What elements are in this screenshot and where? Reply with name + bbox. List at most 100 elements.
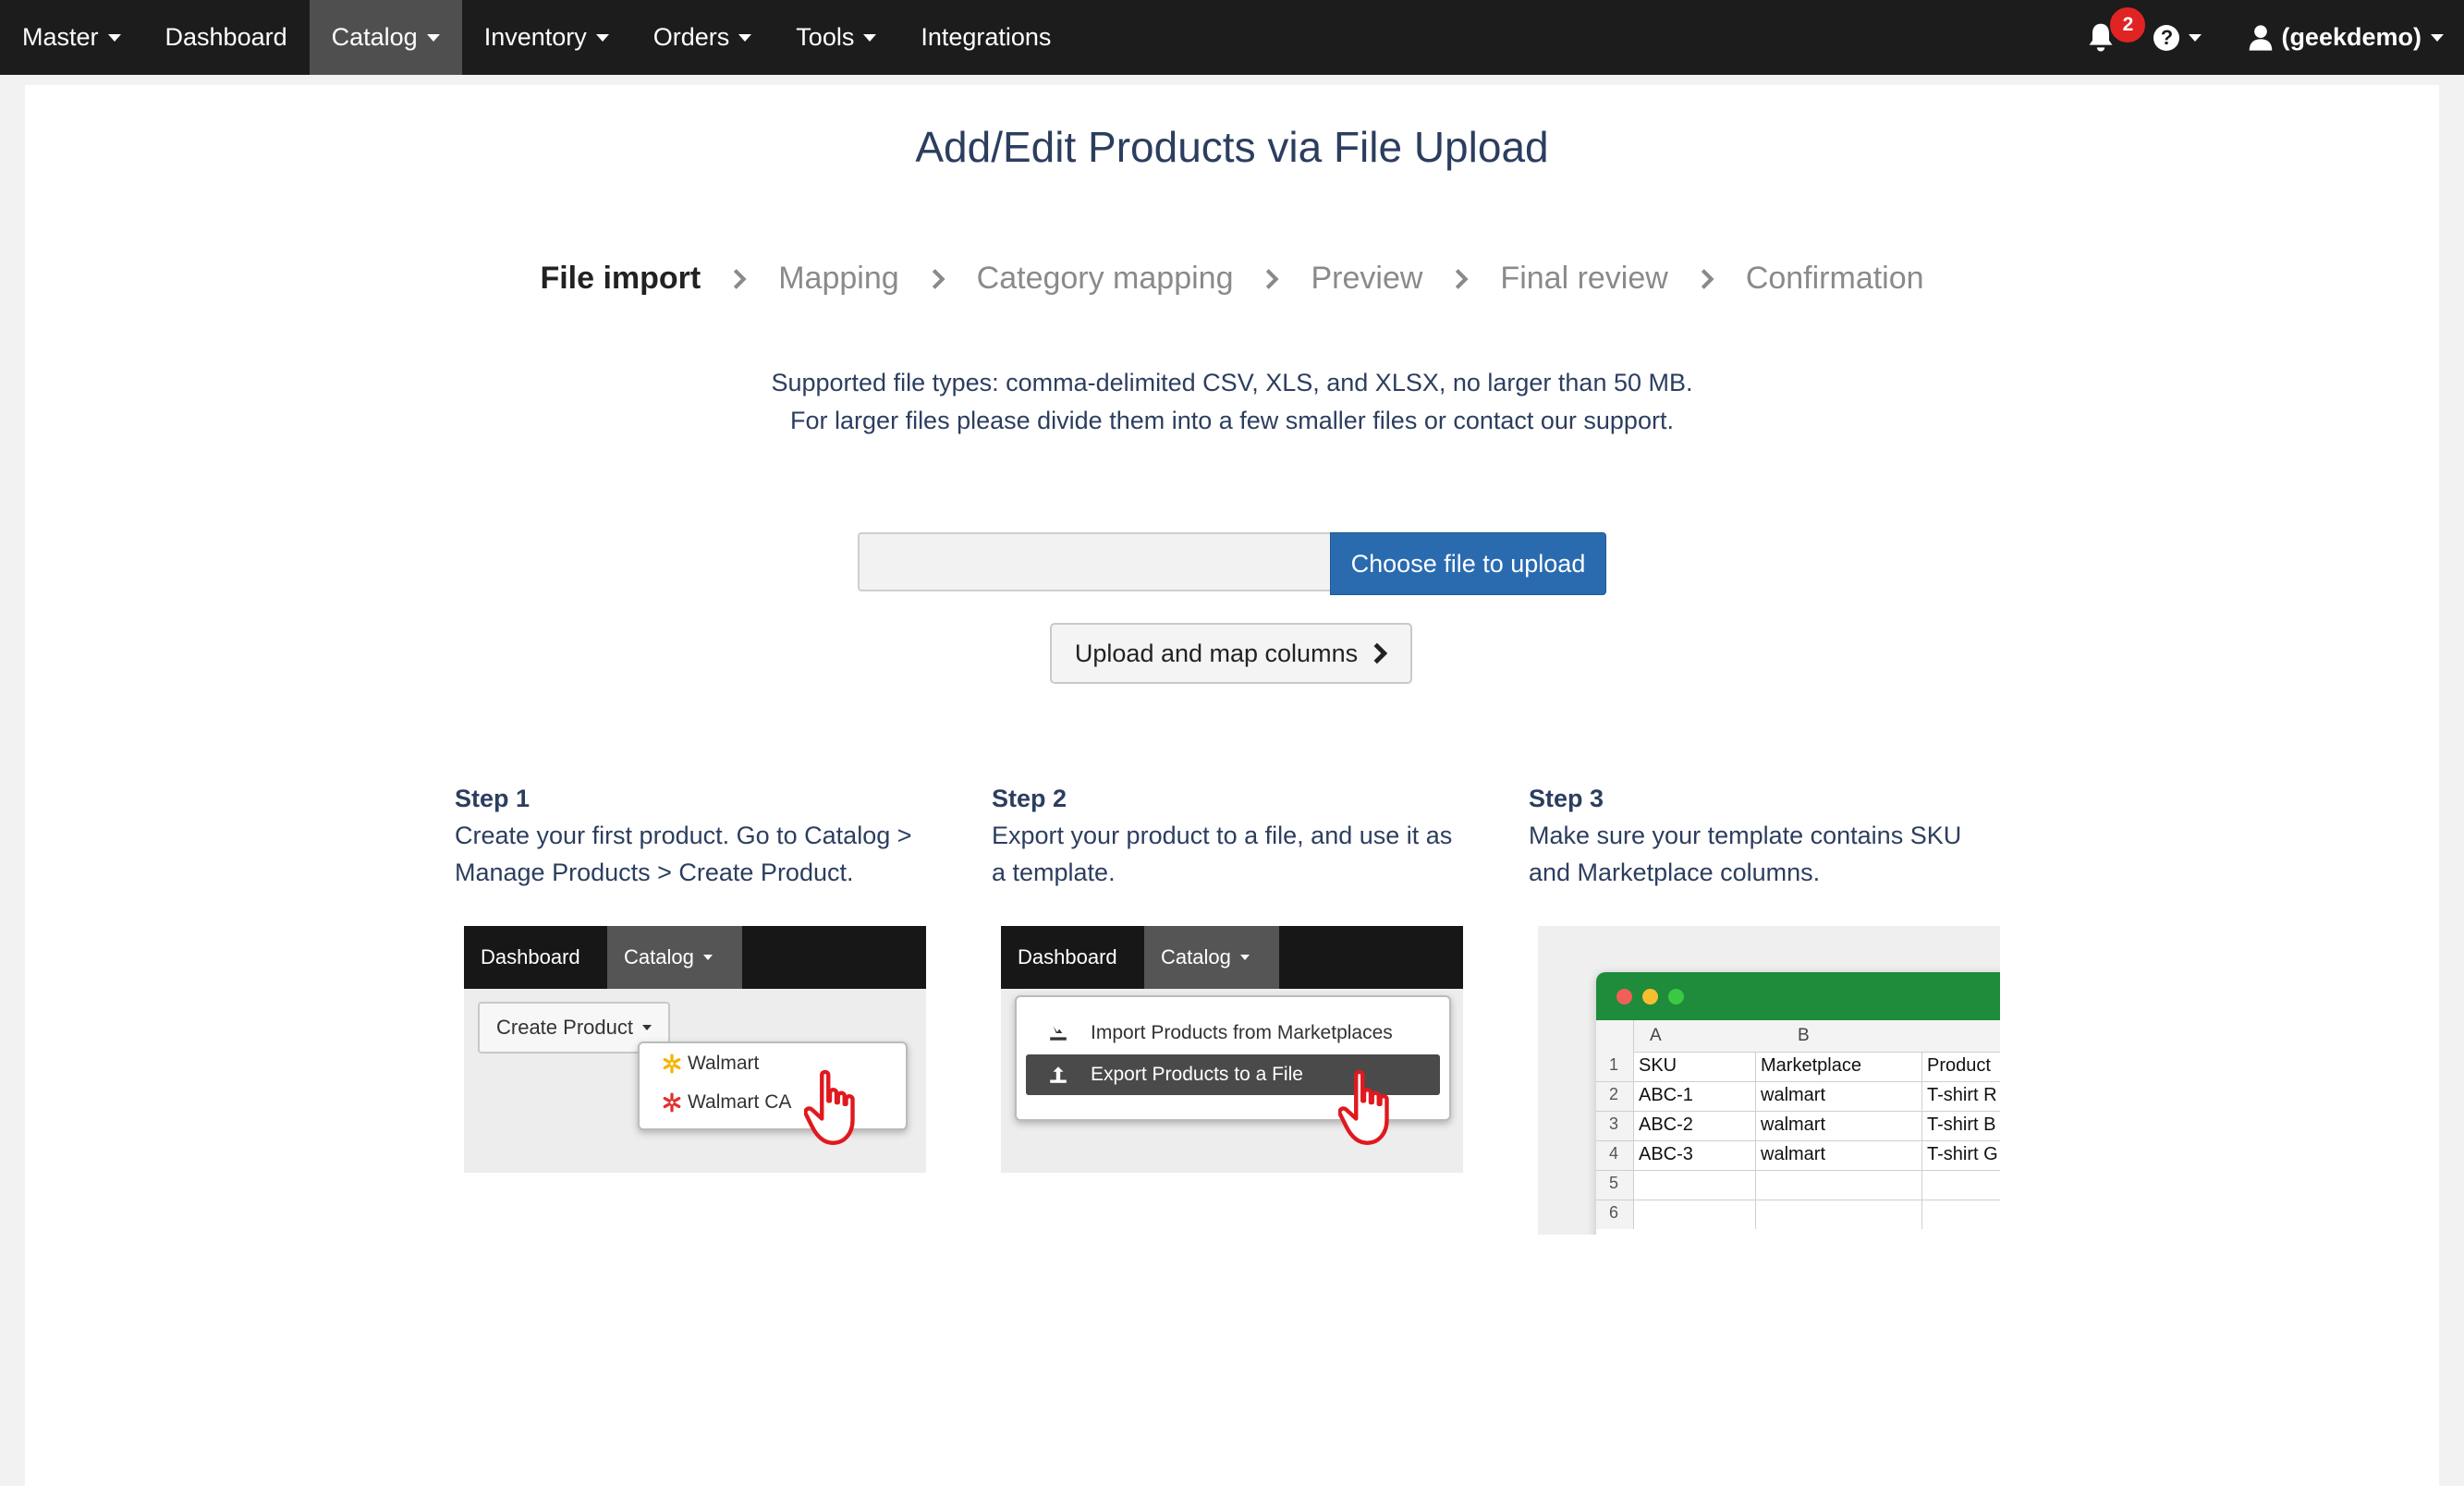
- chevron-down-icon: [2431, 33, 2444, 42]
- page-title: Add/Edit Products via File Upload: [915, 123, 1549, 171]
- maximize-dot-icon: [1668, 989, 1684, 1005]
- nav-right-group: 2 ? (geekdemo): [2085, 0, 2464, 75]
- nav-integrations[interactable]: Integrations: [898, 0, 1073, 75]
- table-cell: walmart: [1761, 1085, 1826, 1105]
- chevron-right-icon: [1264, 268, 1280, 289]
- table-row: 3 ABC-2 walmart T-shirt B: [1596, 1111, 2000, 1141]
- table-row: 1 SKU Marketplace Product: [1596, 1052, 2000, 1082]
- notifications-button[interactable]: 2: [2085, 0, 2153, 75]
- illustration-menu-walmart: Walmart: [662, 1053, 759, 1075]
- export-icon: [1050, 1066, 1067, 1083]
- chevron-down-icon: [738, 33, 752, 42]
- table-cell: T-shirt G: [1927, 1144, 1998, 1164]
- nav-catalog-label: Catalog: [331, 23, 418, 51]
- file-upload-group: Choose file to upload: [858, 532, 1606, 595]
- spreadsheet-column-headers: A B: [1596, 1020, 2000, 1053]
- illustration-menu-walmart-ca: Walmart CA: [662, 1091, 791, 1114]
- nav-dashboard[interactable]: Dashboard: [143, 0, 310, 75]
- row-number: 2: [1609, 1085, 1619, 1103]
- chevron-right-icon: [931, 268, 945, 289]
- nav-orders[interactable]: Orders: [631, 0, 775, 75]
- chevron-down-icon: [1239, 955, 1250, 960]
- illustration-tab-dashboard: Dashboard: [1018, 945, 1117, 968]
- row-number: 6: [1609, 1203, 1619, 1222]
- step-2-description: Export your product to a file, and use i…: [992, 822, 1453, 886]
- wizard-step-file-import: File import: [540, 261, 701, 296]
- step-3-heading: Step 3: [1529, 785, 1604, 812]
- table-cell: walmart: [1761, 1144, 1826, 1164]
- nav-inventory[interactable]: Inventory: [462, 0, 631, 75]
- step-2-illustration: Dashboard Catalog Import Products from M…: [1001, 926, 1463, 1173]
- info-line-2: For larger files please divide them into…: [790, 407, 1674, 434]
- chevron-down-icon: [595, 33, 609, 42]
- file-path-input[interactable]: [858, 532, 1330, 591]
- column-header-b: B: [1798, 1026, 1810, 1045]
- table-cell: Marketplace: [1761, 1055, 1861, 1076]
- row-number: 3: [1609, 1114, 1619, 1133]
- step-1-heading: Step 1: [455, 785, 531, 812]
- step-2-text: Step 2 Export your product to a file, an…: [992, 780, 1472, 891]
- chevron-right-icon: [732, 268, 747, 289]
- illustration-tab-catalog: Catalog: [1144, 926, 1279, 989]
- table-cell: walmart: [1761, 1114, 1826, 1135]
- chevron-down-icon: [641, 1025, 652, 1030]
- table-cell: ABC-2: [1639, 1114, 1693, 1135]
- table-cell: SKU: [1639, 1055, 1677, 1076]
- chevron-down-icon: [2189, 33, 2202, 42]
- row-number: 1: [1609, 1055, 1619, 1074]
- step-3-description: Make sure your template contains SKU and…: [1529, 822, 1962, 886]
- step-2-heading: Step 2: [992, 785, 1067, 812]
- question-icon: ?: [2153, 24, 2180, 51]
- table-cell: ABC-1: [1639, 1085, 1693, 1105]
- pointer-hand-icon: [804, 1069, 855, 1145]
- column-header-a: A: [1650, 1026, 1662, 1045]
- illustration-navbar: Dashboard Catalog: [464, 926, 926, 989]
- chevron-down-icon: [702, 955, 713, 960]
- step-3-text: Step 3 Make sure your template contains …: [1529, 780, 2009, 891]
- step-1-description: Create your first product. Go to Catalog…: [455, 822, 912, 886]
- row-number: 5: [1609, 1174, 1619, 1192]
- chevron-down-icon: [107, 33, 121, 42]
- supported-types-info: Supported file types: comma-delimited CS…: [25, 364, 2439, 440]
- step-1-text: Step 1 Create your first product. Go to …: [455, 780, 935, 891]
- table-cell: T-shirt B: [1927, 1114, 1996, 1135]
- spreadsheet-window: A B 1 SKU Marketplace Product 2 ABC-1 wa…: [1596, 972, 2000, 1235]
- illustration-navbar: Dashboard Catalog: [1001, 926, 1463, 989]
- notification-count-badge: 2: [2108, 6, 2148, 44]
- upload-and-map-button[interactable]: Upload and map columns: [1050, 623, 1412, 684]
- top-navbar: Master Dashboard Catalog Inventory Order…: [0, 0, 2464, 75]
- nav-tools[interactable]: Tools: [774, 0, 898, 75]
- illustration-tab-catalog: Catalog: [607, 926, 742, 989]
- import-icon: [1050, 1026, 1067, 1041]
- upload-and-map-label: Upload and map columns: [1074, 639, 1359, 667]
- nav-master-label: Master: [22, 23, 99, 51]
- pointer-hand-icon: [1338, 1069, 1389, 1145]
- nav-orders-label: Orders: [653, 23, 730, 51]
- nav-catalog[interactable]: Catalog: [309, 0, 462, 75]
- walmart-spark-icon: [663, 1054, 681, 1074]
- nav-master[interactable]: Master: [0, 0, 143, 75]
- help-menu[interactable]: ?: [2153, 0, 2248, 75]
- illustration-menu-walmart-ca-label: Walmart CA: [688, 1091, 792, 1113]
- wizard-step-category-mapping: Category mapping: [976, 261, 1234, 296]
- illustration-tab-dashboard: Dashboard: [481, 945, 580, 968]
- nav-inventory-label: Inventory: [483, 23, 587, 51]
- chevron-right-icon: [1454, 268, 1470, 289]
- user-name: (geekdemo): [2281, 23, 2421, 51]
- choose-file-button[interactable]: Choose file to upload: [1330, 532, 1606, 595]
- illustration-tab-catalog-label: Catalog: [624, 945, 694, 968]
- step-1-illustration: Dashboard Catalog Create Product Walmart…: [464, 926, 926, 1173]
- chevron-down-icon: [863, 33, 877, 42]
- illustration-menu-import: Import Products from Marketplaces: [1026, 1014, 1440, 1053]
- wizard-step-mapping: Mapping: [778, 261, 899, 296]
- table-row: 4 ABC-3 walmart T-shirt G: [1596, 1140, 2000, 1171]
- chevron-down-icon: [426, 33, 440, 42]
- chevron-right-icon: [1373, 642, 1388, 664]
- table-row: 6: [1596, 1200, 2000, 1229]
- main-panel: Add/Edit Products via File Upload File i…: [25, 85, 2439, 1486]
- illustration-create-product-label: Create Product: [496, 1016, 633, 1039]
- wizard-step-confirmation: Confirmation: [1745, 261, 1924, 296]
- user-menu[interactable]: (geekdemo): [2248, 0, 2464, 75]
- close-dot-icon: [1616, 989, 1632, 1005]
- user-icon: [2250, 24, 2273, 51]
